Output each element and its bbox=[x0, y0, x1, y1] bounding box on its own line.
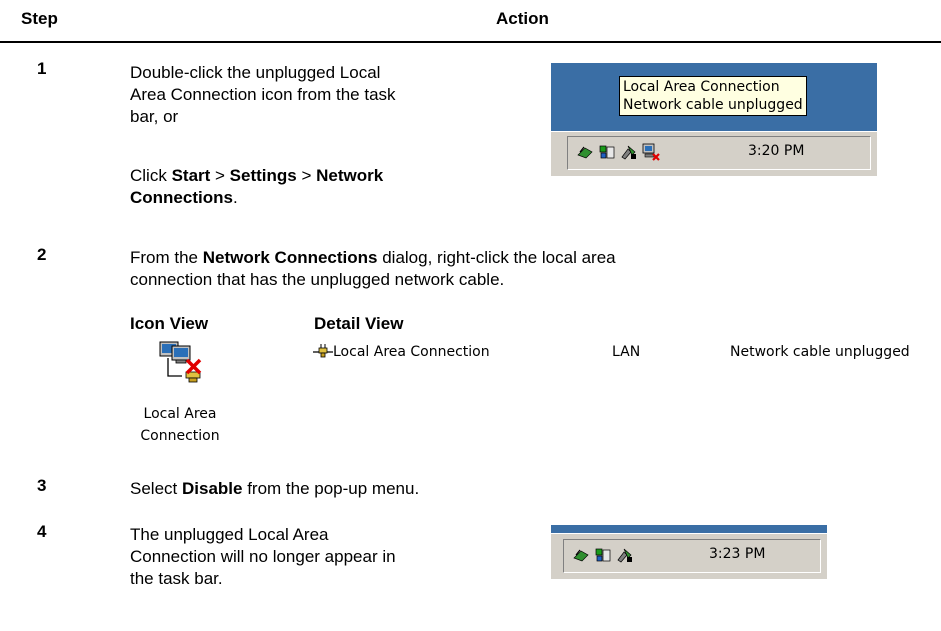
step-2-post: dialog, right-click the local area bbox=[377, 248, 616, 267]
system-tray: 3:20 PM bbox=[567, 136, 871, 170]
tooltip-line-2: Network cable unplugged bbox=[623, 97, 803, 113]
alt-sep-1: > bbox=[210, 166, 230, 185]
header-divider bbox=[0, 41, 941, 43]
step-1-alt-text: Click Start > Settings > Network Connect… bbox=[130, 165, 383, 209]
connections-menu-label: Connections bbox=[130, 188, 233, 207]
desktop-background-strip bbox=[551, 525, 827, 533]
step-1-line-1: Double-click the unplugged Local bbox=[130, 63, 381, 82]
start-menu-label: Start bbox=[171, 166, 211, 185]
settings-menu-label: Settings bbox=[229, 166, 297, 185]
safely-remove-hardware-icon-after bbox=[617, 548, 632, 563]
step-1-line-2: Area Connection icon from the task bbox=[130, 85, 396, 104]
step-column-header: Step bbox=[21, 9, 58, 28]
network-tooltip: Local Area Connection Network cable unpl… bbox=[619, 76, 807, 116]
icon-label-line-1: Local Area bbox=[143, 406, 217, 422]
step-number-3: 3 bbox=[37, 476, 47, 495]
taskbar-clock: 3:20 PM bbox=[748, 143, 805, 159]
detail-view-type: LAN bbox=[612, 344, 641, 360]
taskbar: 3:20 PM bbox=[551, 131, 877, 176]
step-1-text: Double-click the unplugged Local Area Co… bbox=[130, 62, 396, 128]
local-area-connection-icon[interactable] bbox=[156, 340, 206, 386]
safely-remove-hardware-icon bbox=[621, 145, 636, 160]
alt-end: . bbox=[232, 188, 238, 207]
icon-view-title: Icon View bbox=[130, 314, 209, 333]
step-1-line-3: bar, or bbox=[130, 107, 179, 126]
alt-prefix: Click bbox=[130, 166, 172, 185]
step-4-text: The unplugged Local Area Connection will… bbox=[130, 524, 396, 590]
detail-view-title: Detail View bbox=[314, 314, 404, 333]
step-4-line-3: the task bar. bbox=[130, 569, 223, 588]
step-number-4: 4 bbox=[37, 522, 47, 541]
taskbar-screenshot-unplugged: 3:20 PM Local Area Connection Network ca… bbox=[551, 63, 877, 176]
action-column-header: Action bbox=[496, 9, 549, 28]
tooltip-line-1: Local Area Connection bbox=[623, 79, 780, 95]
step-number-1: 1 bbox=[37, 59, 47, 78]
step-2-pre: From the bbox=[130, 248, 203, 267]
volume-network-icon bbox=[599, 145, 615, 159]
alt-sep-2: > bbox=[296, 166, 317, 185]
icon-label-line-2: Connection bbox=[140, 428, 220, 444]
network-menu-label: Network bbox=[316, 166, 384, 185]
unplugged-network-icon[interactable] bbox=[642, 143, 660, 161]
detail-view-connection-name[interactable]: Local Area Connection bbox=[333, 344, 490, 360]
connection-icon-after bbox=[573, 549, 589, 562]
network-connections-dialog-label: Network Connections bbox=[202, 248, 378, 267]
icon-view-label: Local Area Connection bbox=[130, 403, 230, 447]
volume-network-icon-after bbox=[595, 548, 611, 562]
step-2-line-2: connection that has the unplugged networ… bbox=[130, 270, 505, 289]
step-4-line-1: The unplugged Local Area bbox=[130, 525, 329, 544]
step-2-text: From the Network Connections dialog, rig… bbox=[130, 247, 616, 291]
step-3-text: Select Disable from the pop-up menu. bbox=[130, 478, 419, 500]
step-4-line-2: Connection will no longer appear in bbox=[130, 547, 396, 566]
disable-menu-label: Disable bbox=[181, 479, 243, 498]
step-number-2: 2 bbox=[37, 245, 47, 264]
taskbar-screenshot-after: 3:23 PM bbox=[551, 525, 827, 579]
step-3-post: from the pop-up menu. bbox=[242, 479, 420, 498]
system-tray-after: 3:23 PM bbox=[563, 539, 821, 573]
taskbar-after: 3:23 PM bbox=[551, 533, 827, 579]
step-3-pre: Select bbox=[130, 479, 182, 498]
taskbar-clock-after: 3:23 PM bbox=[709, 546, 766, 562]
connection-icon bbox=[577, 146, 593, 159]
detail-view-status: Network cable unplugged bbox=[730, 344, 910, 360]
network-plug-icon bbox=[313, 344, 333, 358]
